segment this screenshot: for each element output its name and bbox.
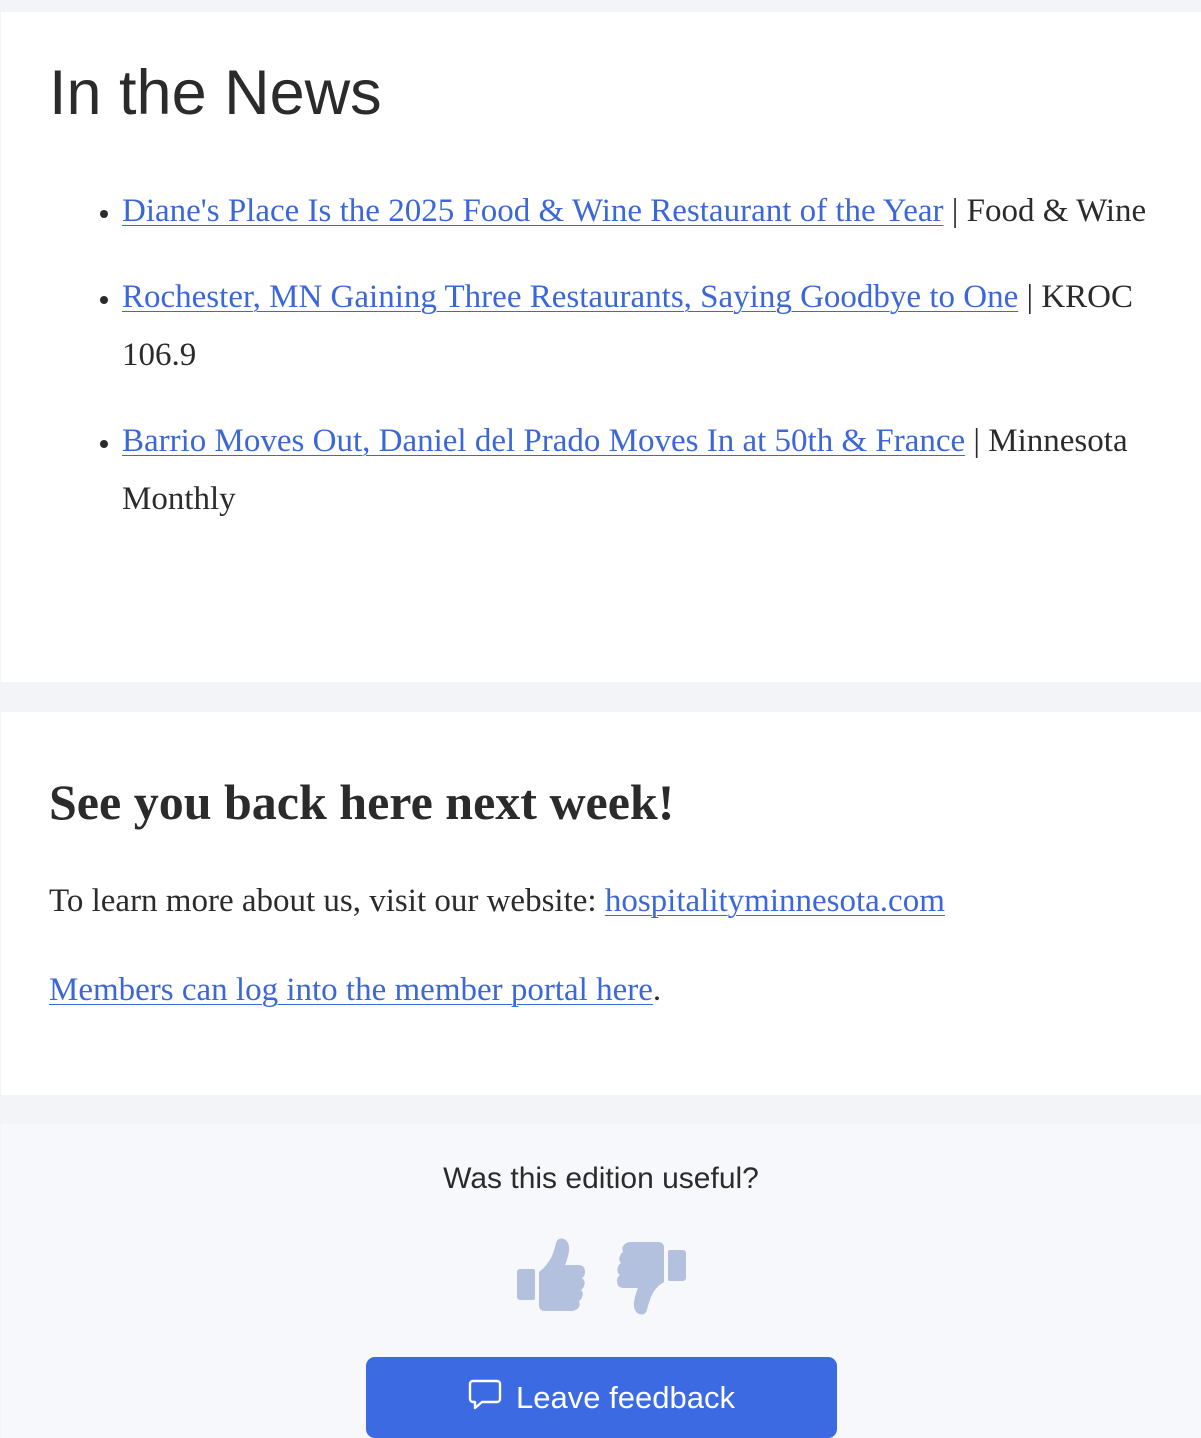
comment-icon <box>468 1377 502 1419</box>
portal-suffix: . <box>652 972 662 1008</box>
portal-line: Members can log into the member portal h… <box>49 969 661 1012</box>
leave-feedback-label: Leave feedback <box>516 1379 735 1415</box>
website-prefix: To learn more about us, visit our websit… <box>49 883 605 919</box>
list-item: Rochester, MN Gaining Three Restaurants,… <box>122 268 1162 384</box>
thumbs-up-icon[interactable] <box>517 1236 587 1316</box>
list-item: Barrio Moves Out, Daniel del Prado Moves… <box>122 412 1162 528</box>
website-link[interactable]: hospitalityminnesota.com <box>605 883 945 919</box>
news-source: | Food & Wine <box>943 193 1147 229</box>
leave-feedback-button[interactable]: Leave feedback <box>366 1357 837 1438</box>
feedback-question: Was this edition useful? <box>443 1162 759 1195</box>
list-item: Diane's Place Is the 2025 Food & Wine Re… <box>122 182 1162 240</box>
thumbs-down-icon[interactable] <box>616 1236 686 1316</box>
news-list: Diane's Place Is the 2025 Food & Wine Re… <box>122 182 1162 556</box>
website-line: To learn more about us, visit our websit… <box>49 880 945 923</box>
signoff-section: See you back here next week! To learn mo… <box>1 712 1201 1095</box>
signoff-heading: See you back here next week! <box>49 774 675 830</box>
news-link-barrio[interactable]: Barrio Moves Out, Daniel del Prado Moves… <box>122 423 965 459</box>
news-heading: In the News <box>49 58 382 128</box>
news-link-rochester[interactable]: Rochester, MN Gaining Three Restaurants,… <box>122 279 1018 315</box>
member-portal-link[interactable]: Members can log into the member portal h… <box>49 972 653 1008</box>
news-section: In the News Diane's Place Is the 2025 Fo… <box>1 12 1201 682</box>
news-link-dianes-place[interactable]: Diane's Place Is the 2025 Food & Wine Re… <box>122 193 944 229</box>
feedback-section: Was this edition useful? Leave feedback <box>1 1124 1201 1438</box>
